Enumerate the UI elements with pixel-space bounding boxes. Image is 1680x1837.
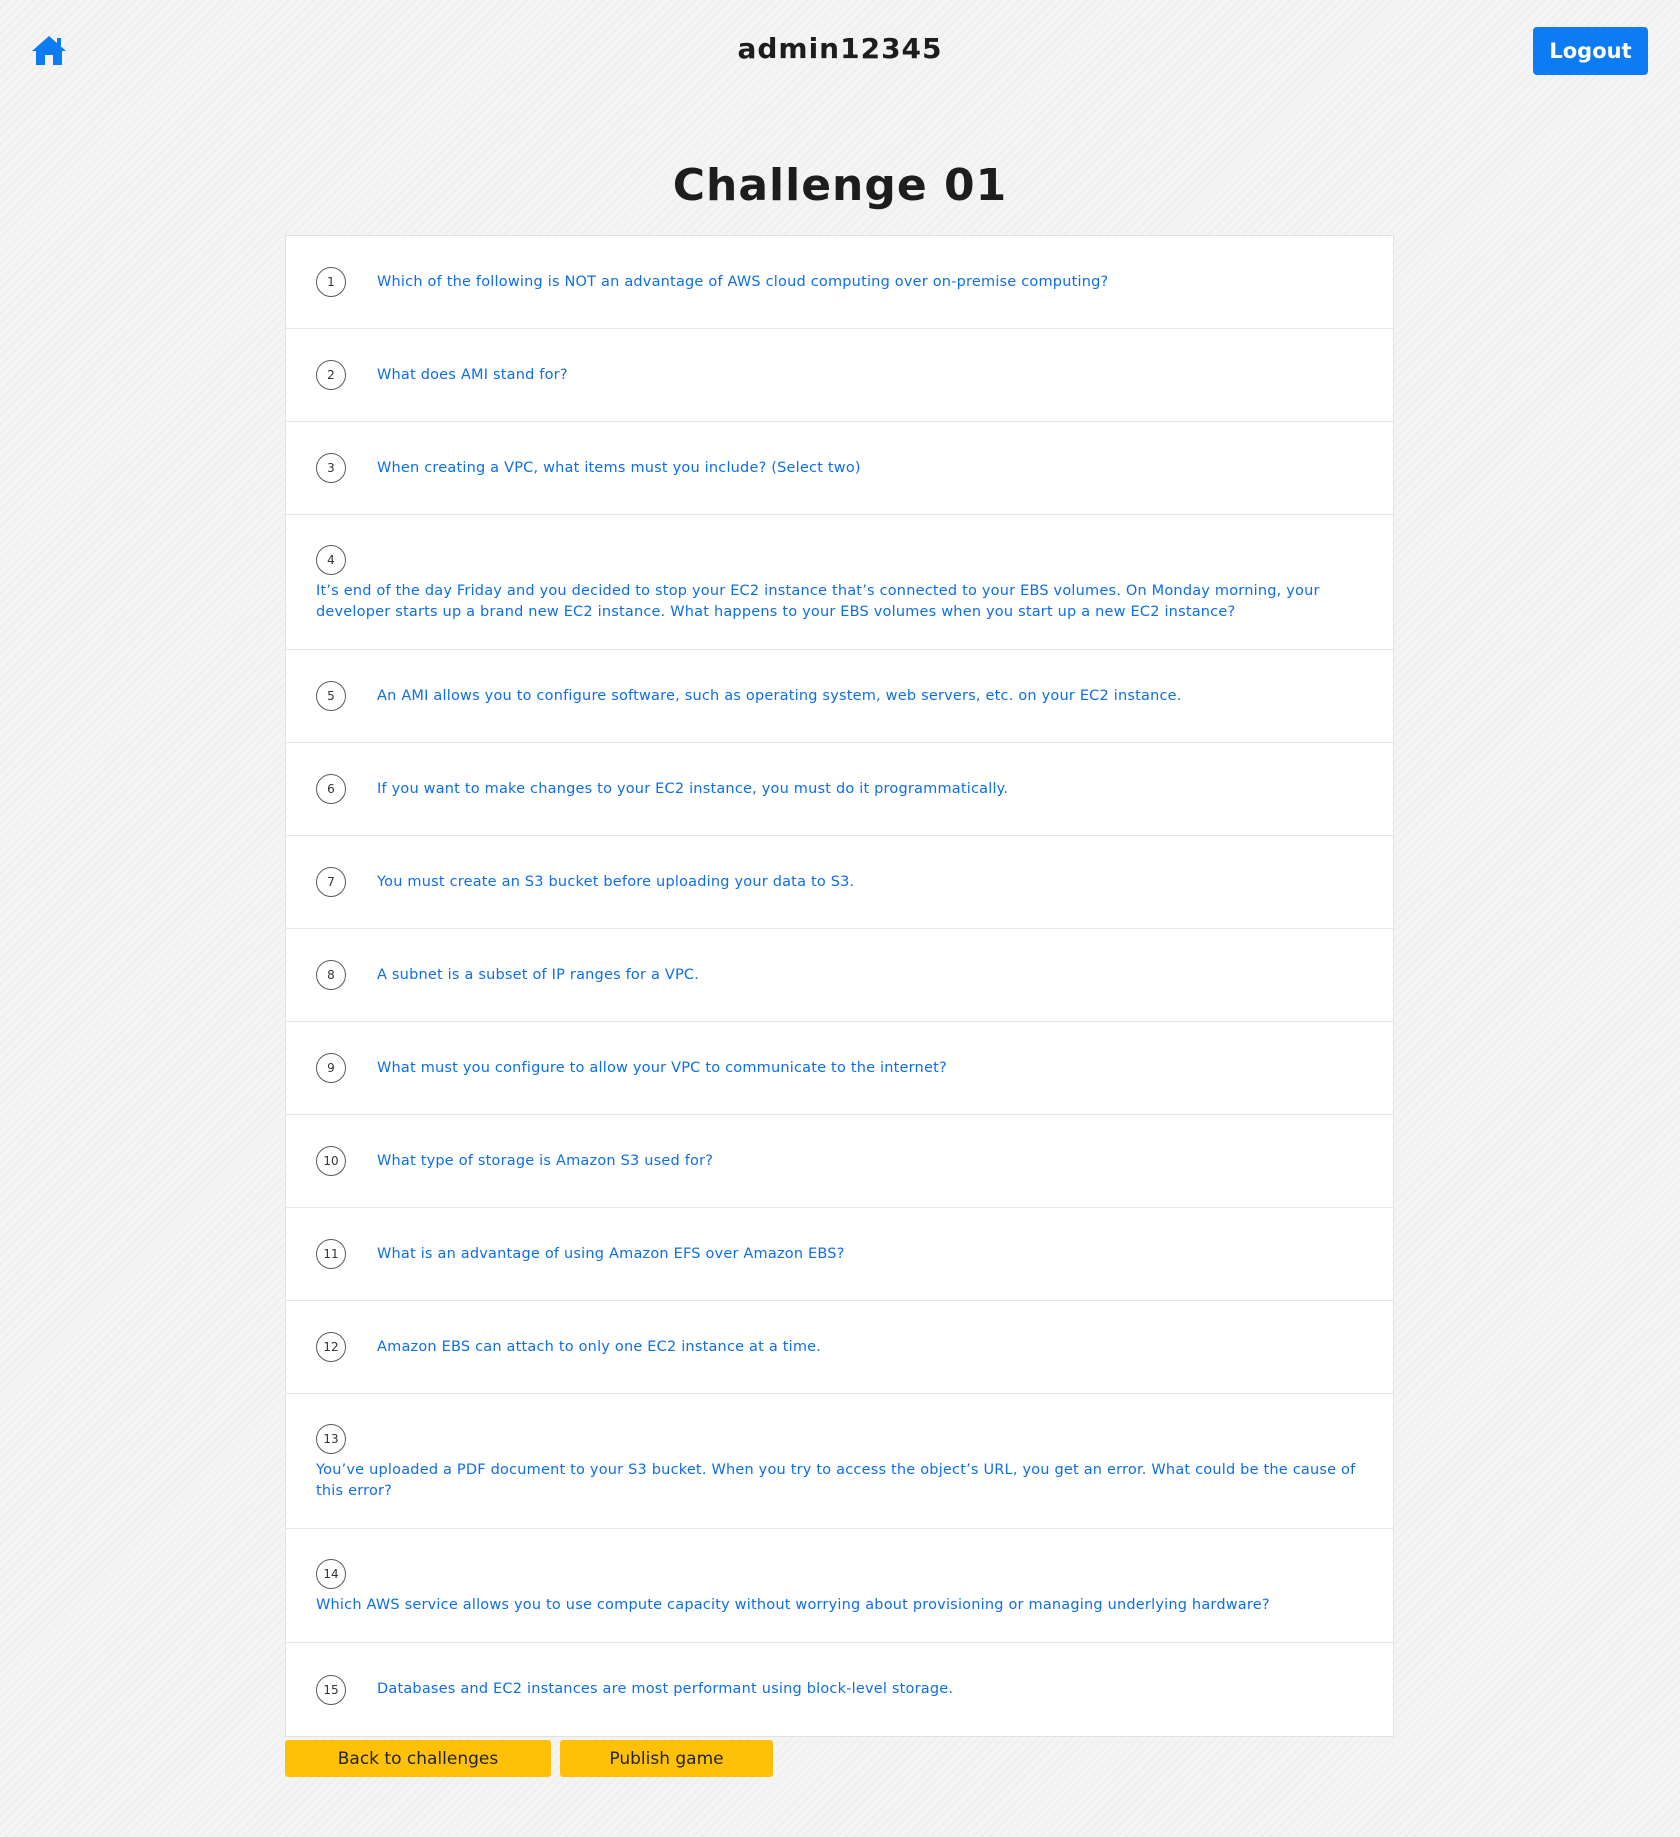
logout-button[interactable]: Logout — [1533, 27, 1648, 75]
question-number-badge: 13 — [316, 1424, 346, 1454]
question-item-1[interactable]: 1 Which of the following is NOT an advan… — [286, 236, 1393, 329]
question-link[interactable]: What is an advantage of using Amazon EFS… — [377, 1244, 845, 1265]
question-link[interactable]: When creating a VPC, what items must you… — [377, 458, 861, 479]
question-link[interactable]: You’ve uploaded a PDF document to your S… — [316, 1460, 1363, 1502]
question-item-6[interactable]: 6 If you want to make changes to your EC… — [286, 743, 1393, 836]
question-link[interactable]: You must create an S3 bucket before uplo… — [377, 872, 854, 893]
question-number-badge: 10 — [316, 1146, 346, 1176]
question-number-badge: 11 — [316, 1239, 346, 1269]
question-link[interactable]: What does AMI stand for? — [377, 365, 568, 386]
question-link[interactable]: Databases and EC2 instances are most per… — [377, 1679, 953, 1700]
question-link[interactable]: Which AWS service allows you to use comp… — [316, 1595, 1363, 1616]
question-link[interactable]: An AMI allows you to configure software,… — [377, 686, 1182, 707]
question-item-8[interactable]: 8 A subnet is a subset of IP ranges for … — [286, 929, 1393, 1022]
question-item-13[interactable]: 13 You’ve uploaded a PDF document to you… — [286, 1394, 1393, 1529]
question-link[interactable]: A subnet is a subset of IP ranges for a … — [377, 965, 699, 986]
question-number-badge: 9 — [316, 1053, 346, 1083]
question-link[interactable]: What must you configure to allow your VP… — [377, 1058, 947, 1079]
question-number-badge: 7 — [316, 867, 346, 897]
question-item-15[interactable]: 15 Databases and EC2 instances are most … — [286, 1643, 1393, 1736]
question-number-badge: 12 — [316, 1332, 346, 1362]
question-link[interactable]: It’s end of the day Friday and you decid… — [316, 581, 1363, 623]
question-item-2[interactable]: 2 What does AMI stand for? — [286, 329, 1393, 422]
question-link[interactable]: If you want to make changes to your EC2 … — [377, 779, 1008, 800]
question-list: 1 Which of the following is NOT an advan… — [285, 235, 1394, 1737]
question-number-badge: 14 — [316, 1559, 346, 1589]
question-item-5[interactable]: 5 An AMI allows you to configure softwar… — [286, 650, 1393, 743]
question-number-badge: 2 — [316, 360, 346, 390]
top-bar: admin12345 Logout — [0, 0, 1680, 104]
question-item-3[interactable]: 3 When creating a VPC, what items must y… — [286, 422, 1393, 515]
question-number-badge: 15 — [316, 1674, 346, 1705]
question-number-badge: 4 — [316, 545, 346, 575]
question-link[interactable]: What type of storage is Amazon S3 used f… — [377, 1151, 713, 1172]
publish-game-button[interactable]: Publish game — [560, 1740, 773, 1777]
question-number-badge: 1 — [316, 267, 346, 297]
question-item-14[interactable]: 14 Which AWS service allows you to use c… — [286, 1529, 1393, 1643]
username-label: admin12345 — [737, 32, 943, 65]
question-item-10[interactable]: 10 What type of storage is Amazon S3 use… — [286, 1115, 1393, 1208]
question-item-4[interactable]: 4 It’s end of the day Friday and you dec… — [286, 515, 1393, 650]
question-item-12[interactable]: 12 Amazon EBS can attach to only one EC2… — [286, 1301, 1393, 1394]
question-item-11[interactable]: 11 What is an advantage of using Amazon … — [286, 1208, 1393, 1301]
question-number-badge: 5 — [316, 681, 346, 711]
question-link[interactable]: Which of the following is NOT an advanta… — [377, 272, 1108, 293]
question-item-9[interactable]: 9 What must you configure to allow your … — [286, 1022, 1393, 1115]
question-number-badge: 6 — [316, 774, 346, 804]
question-number-badge: 8 — [316, 960, 346, 990]
question-link[interactable]: Amazon EBS can attach to only one EC2 in… — [377, 1337, 821, 1358]
page-title: Challenge 01 — [672, 160, 1008, 211]
back-to-challenges-button[interactable]: Back to challenges — [285, 1740, 551, 1777]
question-number-badge: 3 — [316, 453, 346, 483]
question-item-7[interactable]: 7 You must create an S3 bucket before up… — [286, 836, 1393, 929]
